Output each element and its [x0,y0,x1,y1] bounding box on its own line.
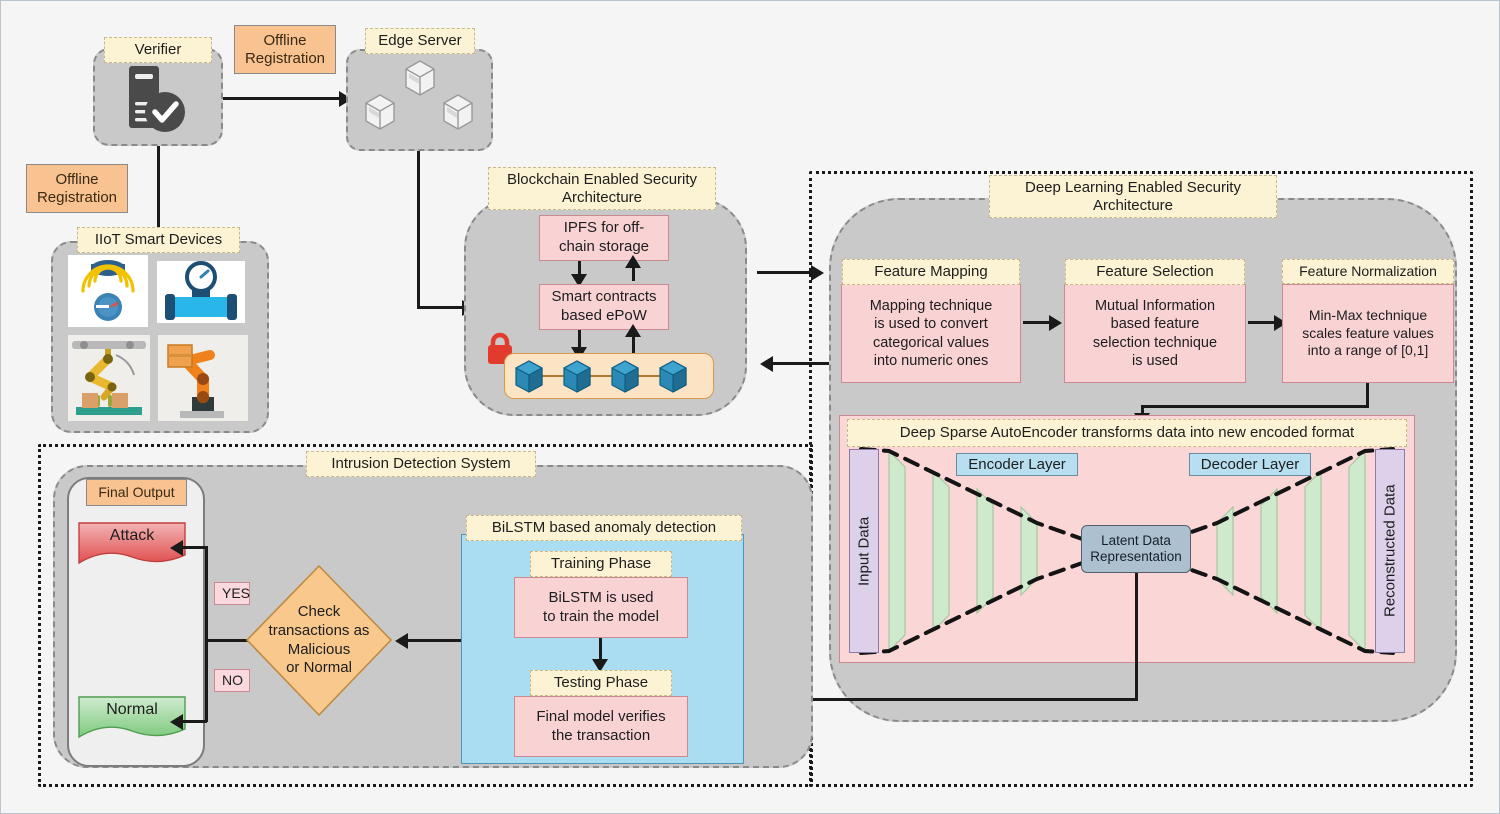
orange-robot-arm-icon [167,344,224,418]
verifier-panel [93,48,223,146]
deep-learning-title-label: Deep Learning Enabled Security Architect… [989,175,1277,219]
yellow-robot-arm-icon [72,341,146,415]
offline-registration-top-label: Offline Registration [234,25,336,74]
branch-to-attack-line [179,546,207,549]
branch-vline [205,546,208,722]
feature-mapping-card: Feature Mapping Mapping technique is use… [841,259,1021,383]
feature-selection-head: Feature Selection [1065,259,1245,285]
bilstm-title-label: BiLSTM based anomaly detection [466,515,742,541]
reconstructed-data-label: Reconstructed Data [1381,484,1399,618]
smart-contracts-box: Smart contracts based ePoW [539,284,669,330]
verifier-server-icon [129,66,185,132]
edge-to-blockchain-vline [417,151,420,309]
decision-label: Check transactions as Malicious or Norma… [268,603,370,677]
ipfs-box: IPFS for off- chain storage [539,215,669,261]
mapping-to-selection-arrowhead [1049,315,1062,331]
normalization-to-ae-hline [1141,405,1369,408]
verifier-to-iiot-line [157,146,160,230]
autoencoder-title-label: Deep Sparse AutoEncoder transforms data … [847,419,1407,447]
training-phase-head: Training Phase [530,551,672,577]
testing-phase-head: Testing Phase [530,670,672,696]
chain-to-contracts-line [632,334,635,354]
latent-to-testing-vline [1135,573,1138,701]
final-output-label: Final Output [86,479,187,506]
reconstructed-data-bar: Reconstructed Data [1375,449,1405,653]
diagram-canvas: Verifier Offline Registration Edge Serve… [0,0,1500,814]
offline-registration-left-label: Offline Registration [26,164,128,213]
testing-phase-body: Final model verifies the transaction [514,696,688,757]
blockchain-to-dl-arrowhead [811,265,824,281]
branch-to-normal-line [179,720,207,723]
latent-data-box: Latent Data Representation [1081,525,1191,573]
training-phase-body: BiLSTM is used to train the model [514,577,688,638]
feature-normalization-body: Min-Max technique scales feature values … [1282,284,1454,383]
input-data-label: Input Data [855,516,873,586]
feature-normalization-head: Feature Normalization [1282,259,1454,284]
dl-to-blockchain-line [771,362,829,365]
device-tile-yellow-robot-arm [68,335,150,421]
latent-to-testing-hline [759,698,1138,701]
edge-server-panel [346,49,493,151]
edge-server-label: Edge Server [365,28,475,54]
feature-mapping-head: Feature Mapping [842,259,1020,285]
device-tile-wireless-sensor [68,255,148,327]
decision-diamond: Check transactions as Malicious or Norma… [244,563,394,718]
device-tile-orange-robot-arm [158,335,248,421]
edge-server-cubes-icon [365,60,473,130]
normalization-to-ae-vline [1366,383,1369,407]
feature-selection-body: Mutual Information based feature selecti… [1064,284,1246,383]
verifier-to-edge-line [223,97,341,100]
branch-to-normal-arrowhead [170,714,183,730]
bilstm-to-decision-arrowhead [395,633,408,649]
feature-mapping-body: Mapping technique is used to convert cat… [841,284,1021,383]
edge-to-blockchain-hline [417,306,465,309]
feature-selection-card: Feature Selection Mutual Information bas… [1064,259,1246,383]
ids-title-label: Intrusion Detection System [306,451,536,477]
iiot-devices-label: IIoT Smart Devices [77,227,240,253]
verifier-label: Verifier [104,37,212,63]
decoder-layer-label: Decoder Layer [1189,453,1311,476]
chain-to-contracts-arrowhead [625,324,641,337]
training-phase-card: Training Phase BiLSTM is used to train t… [514,551,688,638]
dl-to-blockchain-arrowhead [760,356,773,372]
iiot-devices-panel [51,241,269,433]
blockchain-to-dl-line [757,271,815,274]
feature-normalization-card: Feature Normalization Min-Max technique … [1282,259,1454,383]
blockchain-title-label: Blockchain Enabled Security Architecture [488,167,716,211]
branch-to-attack-arrowhead [170,540,183,556]
pressure-gauge-icon [165,261,237,320]
bilstm-to-decision-line [406,639,461,642]
testing-phase-card: Testing Phase Final model verifies the t… [514,670,688,757]
input-data-bar: Input Data [849,449,879,653]
wireless-sensor-icon [81,260,135,321]
encoder-layer-label: Encoder Layer [956,453,1078,476]
blockchain-blocks-icon [515,360,687,393]
device-tile-pressure-gauge [157,261,245,323]
contracts-to-ipfs-arrowhead [625,255,641,268]
